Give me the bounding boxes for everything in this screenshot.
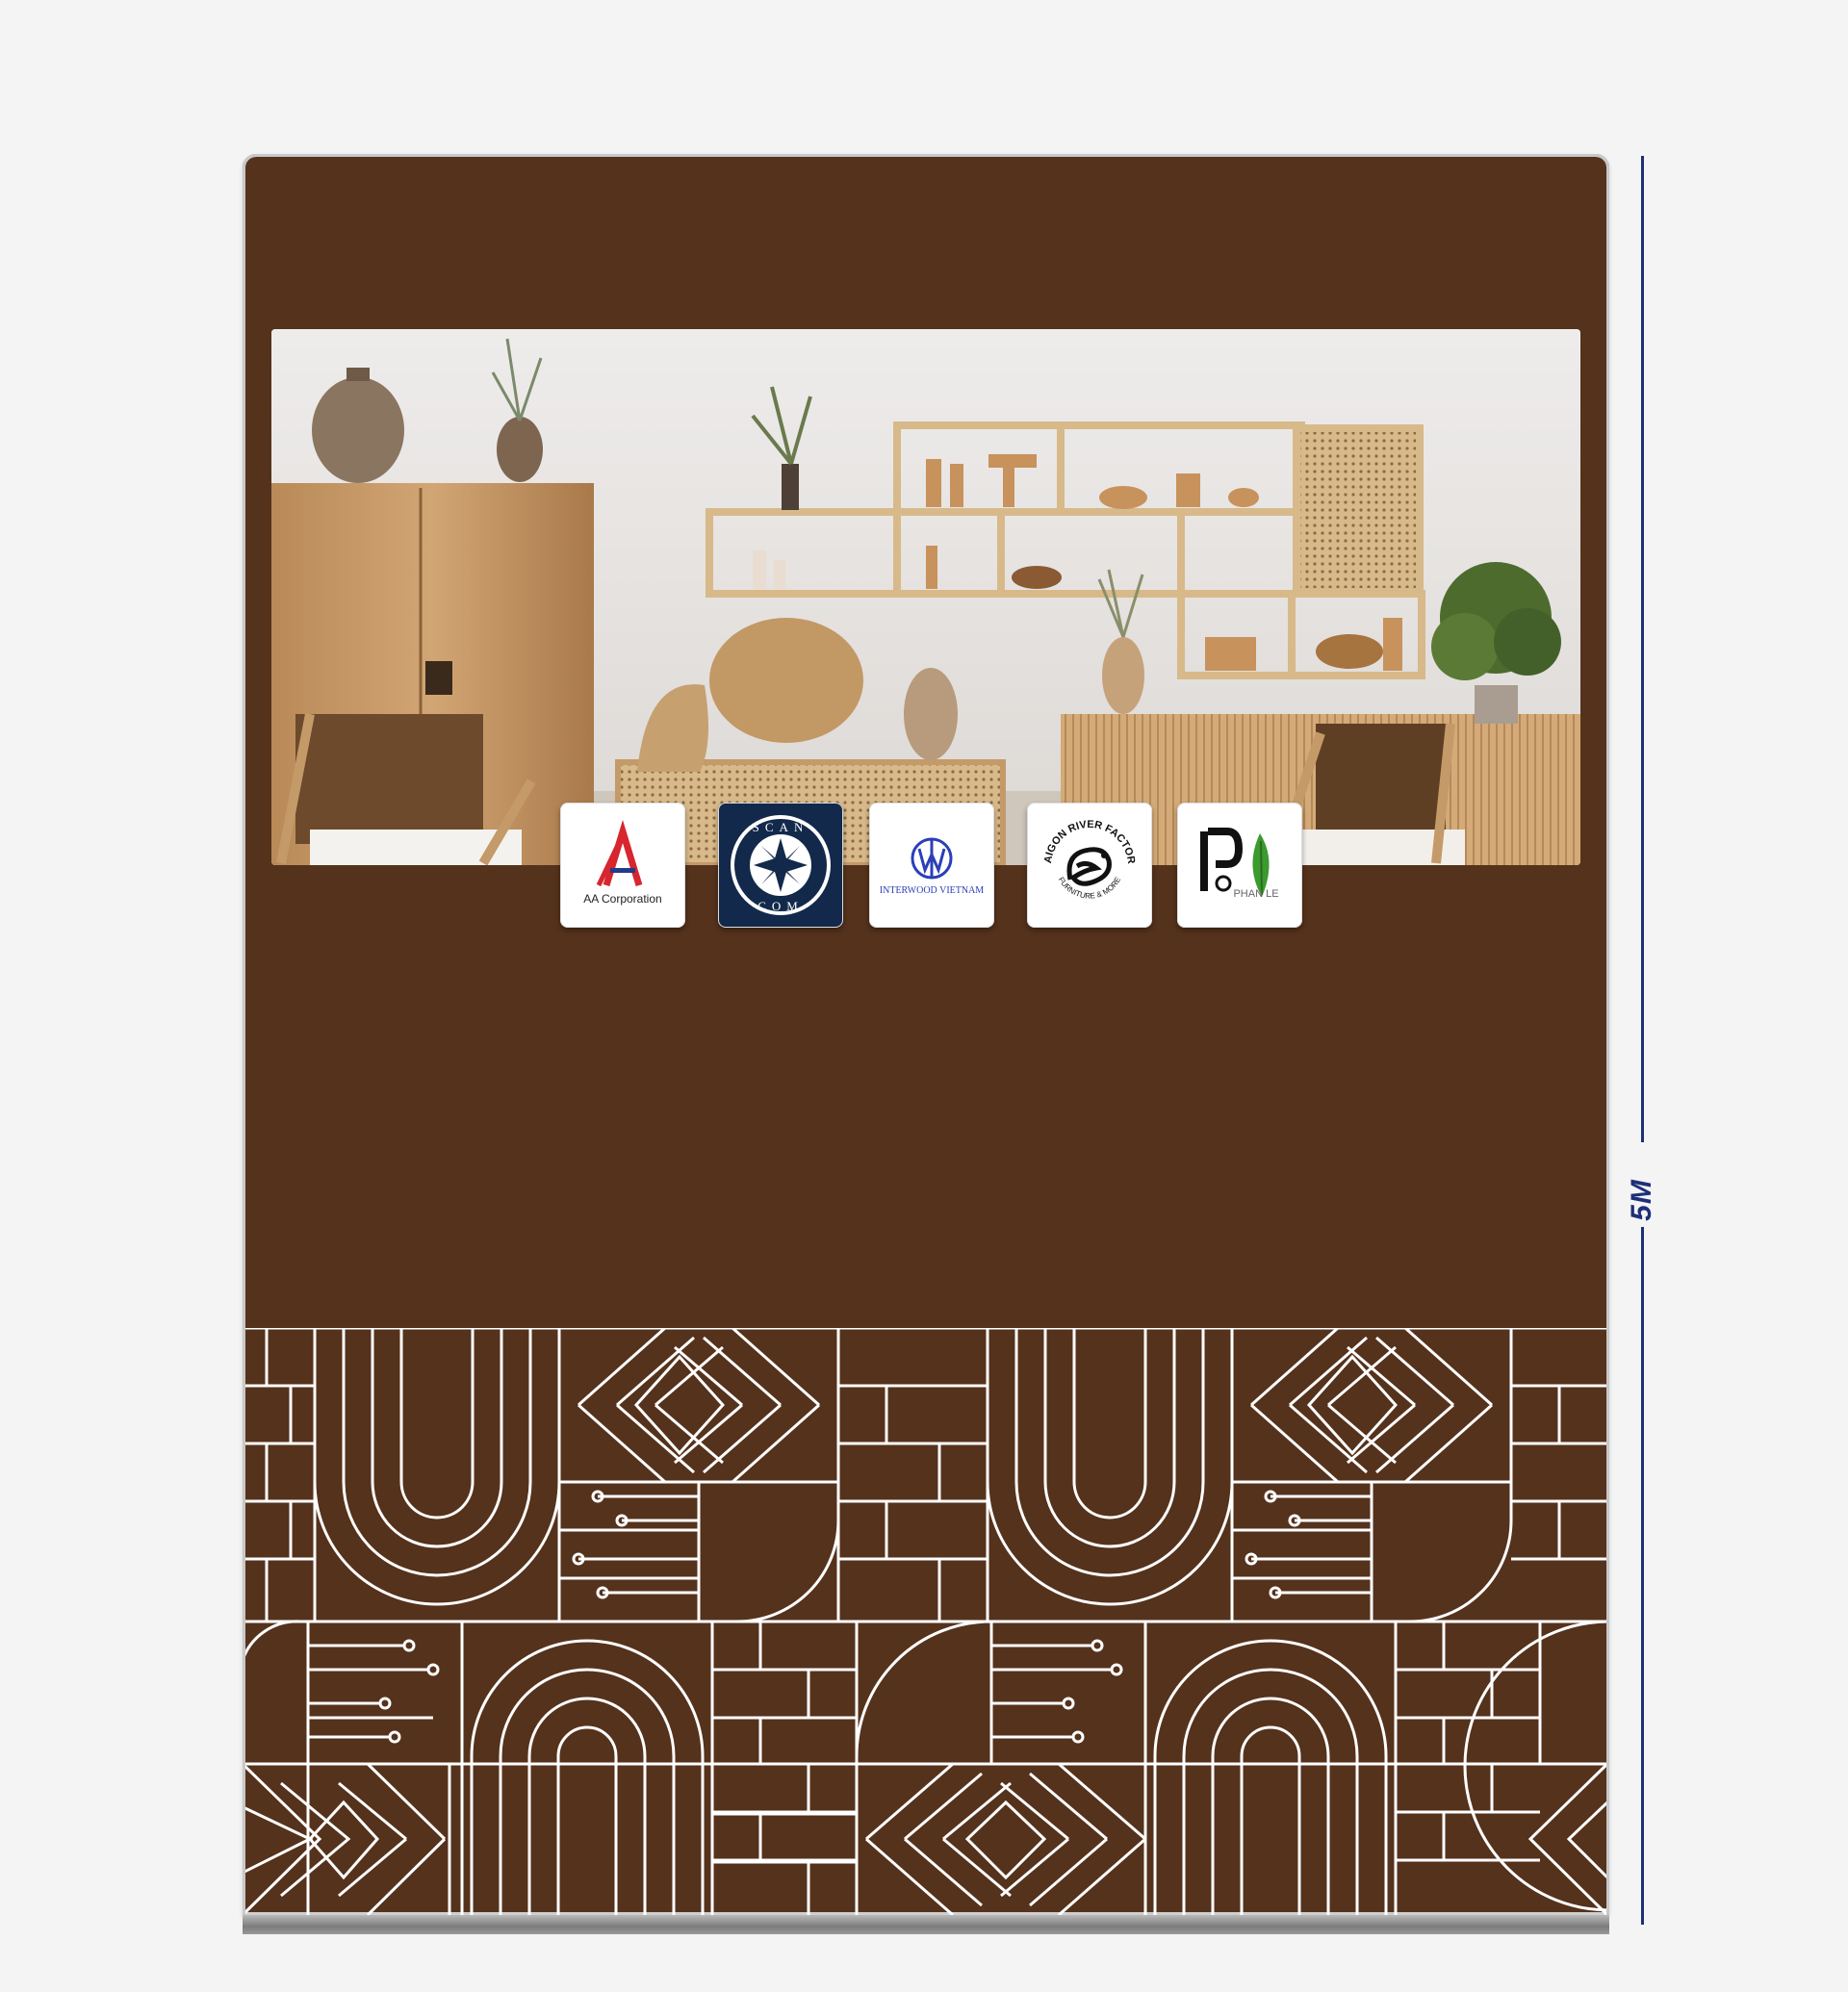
logo-interwood-vietnam: INTERWOOD VIETNAM bbox=[869, 803, 994, 928]
stand-base bbox=[243, 1915, 1609, 1934]
leaf-icon: PHAN LE bbox=[1200, 828, 1279, 900]
scancom-label-bottom: COM bbox=[757, 899, 804, 913]
scancom-label-top: SCAN bbox=[753, 820, 809, 834]
logo-saigon-river-factory: SAIGON RIVER FACTORY FURNITURE & MORE bbox=[1027, 803, 1152, 928]
logo-phan-le: PHAN LE bbox=[1177, 803, 1302, 928]
height-measure-label: 5M bbox=[1626, 1179, 1657, 1221]
aa-corporation-label: AA Corporation bbox=[583, 892, 661, 906]
height-measure-line-top bbox=[1641, 156, 1644, 1142]
phan-le-label: PHAN LE bbox=[1233, 888, 1278, 900]
interwood-logo-icon: INTERWOOD VIETNAM bbox=[880, 837, 985, 896]
svg-text:FURNITURE & MORE: FURNITURE & MORE bbox=[1057, 876, 1122, 901]
interior-photo bbox=[271, 329, 1580, 865]
logo-scancom: SCAN COM bbox=[718, 803, 843, 928]
geometric-pattern-band bbox=[243, 1328, 1609, 1915]
logo-aa-corporation: AA Corporation bbox=[560, 803, 685, 928]
backdrop-mockup: AA Corporation SCAN COM INTERWOOD VIETNA… bbox=[0, 0, 1848, 1992]
scancom-star-icon: SCAN COM bbox=[731, 815, 831, 915]
aa-logo-icon: AA Corporation bbox=[583, 819, 662, 906]
sponsor-logo-row: AA Corporation SCAN COM INTERWOOD VIETNA… bbox=[0, 803, 1848, 930]
svg-text:SAIGON RIVER FACTORY: SAIGON RIVER FACTORY bbox=[1027, 803, 1137, 864]
height-measure-line-bottom bbox=[1641, 1227, 1644, 1925]
dragon-icon: SAIGON RIVER FACTORY FURNITURE & MORE bbox=[1027, 803, 1137, 901]
saigon-river-label-bottom: FURNITURE & MORE bbox=[1057, 876, 1122, 901]
interwood-label: INTERWOOD VIETNAM bbox=[880, 885, 985, 896]
saigon-river-label-top: SAIGON RIVER FACTORY bbox=[1027, 803, 1137, 864]
